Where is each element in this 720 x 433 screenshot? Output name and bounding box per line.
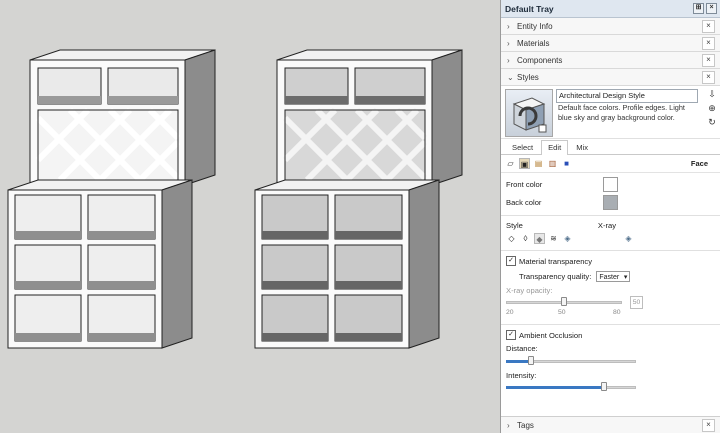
close-icon[interactable]: ×	[702, 36, 715, 50]
transparency-quality-label: Transparency quality:	[519, 271, 592, 281]
panel-title-tags: Tags	[517, 420, 534, 430]
material-transparency-label: Material transparency	[519, 256, 593, 266]
style-thumbnail[interactable]	[505, 89, 553, 137]
tick-20: 20	[506, 309, 514, 316]
ambient-occlusion-section: ✓ Ambient Occlusion Distance: Intensity:	[501, 324, 720, 392]
shaded-icon[interactable]: ◆	[534, 232, 545, 244]
panel-tags[interactable]: › Tags ×	[501, 417, 720, 433]
pin-icon[interactable]: ⊞	[693, 3, 704, 14]
xray-icon[interactable]: ◈	[623, 233, 634, 244]
tab-mix[interactable]: Mix	[569, 140, 595, 154]
front-color-row: Front color	[501, 175, 720, 193]
hidden-line-icon[interactable]: ◊	[520, 233, 531, 244]
monochrome-icon[interactable]: ◈	[562, 233, 573, 244]
close-icon[interactable]: ×	[702, 19, 715, 33]
material-transparency-checkbox[interactable]: ✓	[506, 256, 516, 266]
transparency-section: ✓ Material transparency Transparency qua…	[501, 250, 720, 319]
close-icon[interactable]: ×	[702, 70, 715, 84]
panel-entity-info[interactable]: › Entity Info ×	[501, 18, 720, 35]
xray-label: X-ray	[597, 220, 617, 230]
update-style-icon[interactable]: ↻	[707, 117, 717, 127]
left-shelf-model	[7, 49, 216, 349]
tab-select[interactable]: Select	[505, 140, 540, 154]
styles-tabs: Select Edit Mix	[501, 139, 720, 155]
distance-slider[interactable]	[506, 356, 636, 366]
panel-components[interactable]: › Components ×	[501, 52, 720, 69]
xray-opacity-slider[interactable]: 50	[506, 296, 643, 309]
intensity-slider[interactable]	[506, 382, 636, 392]
tick-50: 50	[558, 309, 566, 316]
distance-label: Distance:	[506, 343, 538, 353]
back-color-row: Back color	[501, 193, 720, 211]
chevron-right-icon: ›	[507, 420, 510, 430]
ambient-occlusion-label: Ambient Occlusion	[519, 330, 583, 340]
face-settings-icon[interactable]: ▣	[519, 158, 530, 169]
edit-category-icons: ▱ ▣ ▤ ▥ ■ Face	[501, 155, 720, 173]
intensity-label: Intensity:	[506, 370, 537, 380]
shaded-textures-icon[interactable]: ≋	[548, 233, 559, 244]
transparency-quality-dropdown[interactable]: Faster	[596, 270, 631, 283]
chevron-right-icon: ›	[507, 21, 510, 31]
back-color-swatch[interactable]	[603, 194, 618, 210]
viewport[interactable]	[0, 0, 500, 433]
watermark-settings-icon[interactable]: ▥	[547, 158, 558, 169]
ambient-occlusion-checkbox[interactable]: ✓	[506, 330, 516, 340]
display-in-model-icon[interactable]: ⇩	[707, 89, 717, 99]
panel-title-entity-info: Entity Info	[517, 21, 553, 31]
xray-opacity-label: X-ray opacity:	[506, 286, 553, 295]
tray-title: Default Tray	[505, 3, 554, 14]
panel-styles[interactable]: ⌄ Styles ×	[501, 69, 720, 86]
style-card: Architectural Design Style Default face …	[501, 86, 720, 139]
right-shelf-model	[254, 49, 463, 349]
back-color-label: Back color	[506, 197, 542, 207]
chevron-down-icon: ⌄	[507, 72, 514, 82]
tray-titlebar: Default Tray ⊞ ×	[501, 0, 720, 18]
chevron-right-icon: ›	[507, 38, 510, 48]
style-label: Style	[506, 220, 523, 230]
panel-title-materials: Materials	[517, 38, 550, 48]
close-icon[interactable]: ×	[702, 418, 715, 432]
chevron-right-icon: ›	[507, 55, 510, 65]
style-preview-icon	[512, 97, 547, 133]
background-settings-icon[interactable]: ▤	[533, 158, 544, 169]
panel-materials[interactable]: › Materials ×	[501, 35, 720, 52]
create-style-icon[interactable]: ⊕	[707, 103, 717, 113]
default-tray: Default Tray ⊞ × › Entity Info × › Mater…	[500, 0, 720, 433]
close-icon[interactable]: ×	[702, 53, 715, 67]
3d-model-scene	[7, 49, 463, 349]
tick-80: 80	[613, 309, 621, 316]
style-section: Style X-ray ◇ ◊ ◆ ≋ ◈ ◈	[501, 215, 720, 245]
intensity-thumb[interactable]	[601, 382, 607, 391]
panel-title-components: Components	[517, 55, 563, 65]
section-title: Face	[690, 159, 708, 168]
tab-edit[interactable]: Edit	[541, 140, 569, 155]
close-tray-icon[interactable]: ×	[706, 3, 717, 14]
style-description: Default face colors. Profile edges. Ligh…	[558, 103, 685, 122]
wireframe-icon[interactable]: ◇	[506, 233, 517, 244]
xray-opacity-thumb[interactable]	[561, 297, 567, 306]
front-color-swatch[interactable]	[603, 176, 618, 192]
style-name-field[interactable]: Architectural Design Style	[556, 89, 698, 103]
panel-title-styles: Styles	[517, 72, 539, 82]
front-color-label: Front color	[506, 179, 543, 189]
xray-opacity-value: 50	[630, 296, 643, 309]
distance-thumb[interactable]	[528, 356, 534, 365]
modeling-settings-icon[interactable]: ■	[561, 158, 572, 169]
edge-settings-icon[interactable]: ▱	[505, 158, 516, 169]
